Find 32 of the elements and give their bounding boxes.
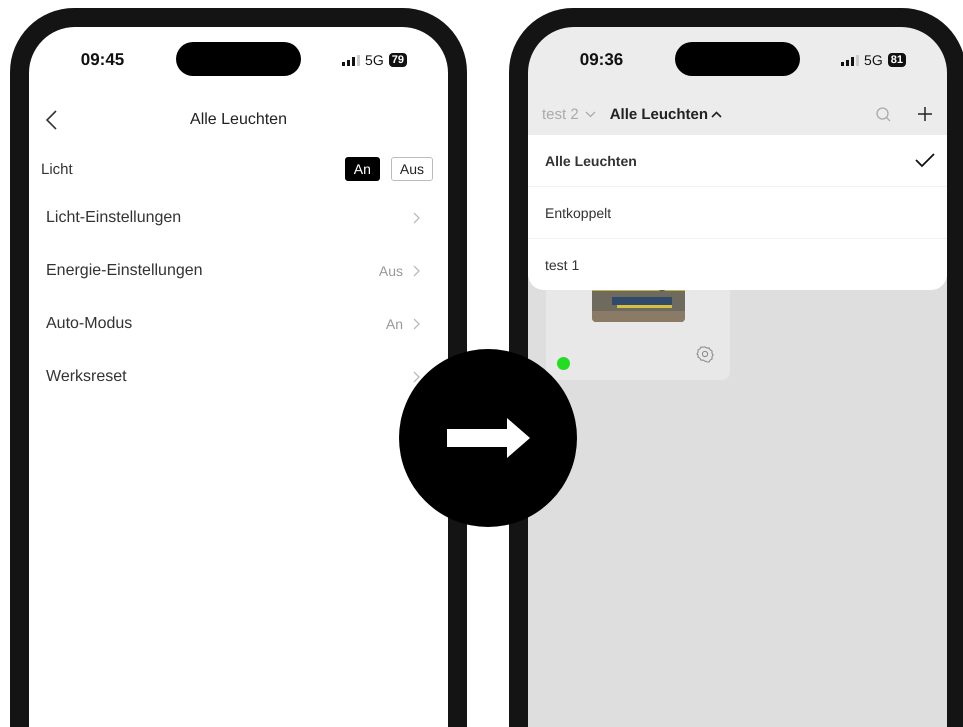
chevron-right-icon [413, 212, 420, 224]
battery-level: 81 [888, 53, 906, 67]
screen-title: Alle Leuchten [190, 111, 287, 129]
add-icon[interactable] [917, 106, 933, 122]
network-label: 5G [365, 52, 384, 68]
back-icon[interactable] [45, 110, 57, 130]
status-time: 09:36 [580, 50, 624, 70]
settings-icon[interactable] [696, 345, 714, 363]
row-label[interactable]: Werksreset [46, 368, 413, 386]
battery-level: 79 [388, 53, 407, 67]
group-selector[interactable]: Alle Leuchten [610, 106, 722, 122]
chevron-down-icon [584, 110, 596, 118]
network-label: 5G [864, 52, 883, 68]
toggle-option[interactable]: Aus [390, 157, 433, 181]
signal-icon [342, 54, 360, 66]
row-value: An [386, 316, 403, 332]
chevron-right-icon [413, 264, 420, 276]
chevron-right-icon [413, 318, 420, 330]
row-label[interactable]: Auto-Modus [46, 314, 386, 332]
chevron-up-icon [711, 110, 722, 118]
setting-label: Licht [41, 160, 74, 178]
toggle-option[interactable]: An [344, 157, 380, 181]
check-icon [915, 153, 935, 168]
row-value: Aus [378, 262, 403, 278]
row-label[interactable]: Licht-Einstellungen [46, 208, 413, 226]
chevron-right-icon [413, 370, 420, 382]
dropdown-item[interactable]: Alle Leuchten [528, 135, 947, 187]
signal-icon [841, 54, 860, 66]
dropdown-item[interactable]: test 1 [528, 239, 947, 290]
status-time: 09:45 [80, 50, 124, 70]
dropdown-item[interactable]: Entkoppelt [528, 187, 947, 239]
row-label[interactable]: Energie-Einstellungen [46, 262, 379, 280]
